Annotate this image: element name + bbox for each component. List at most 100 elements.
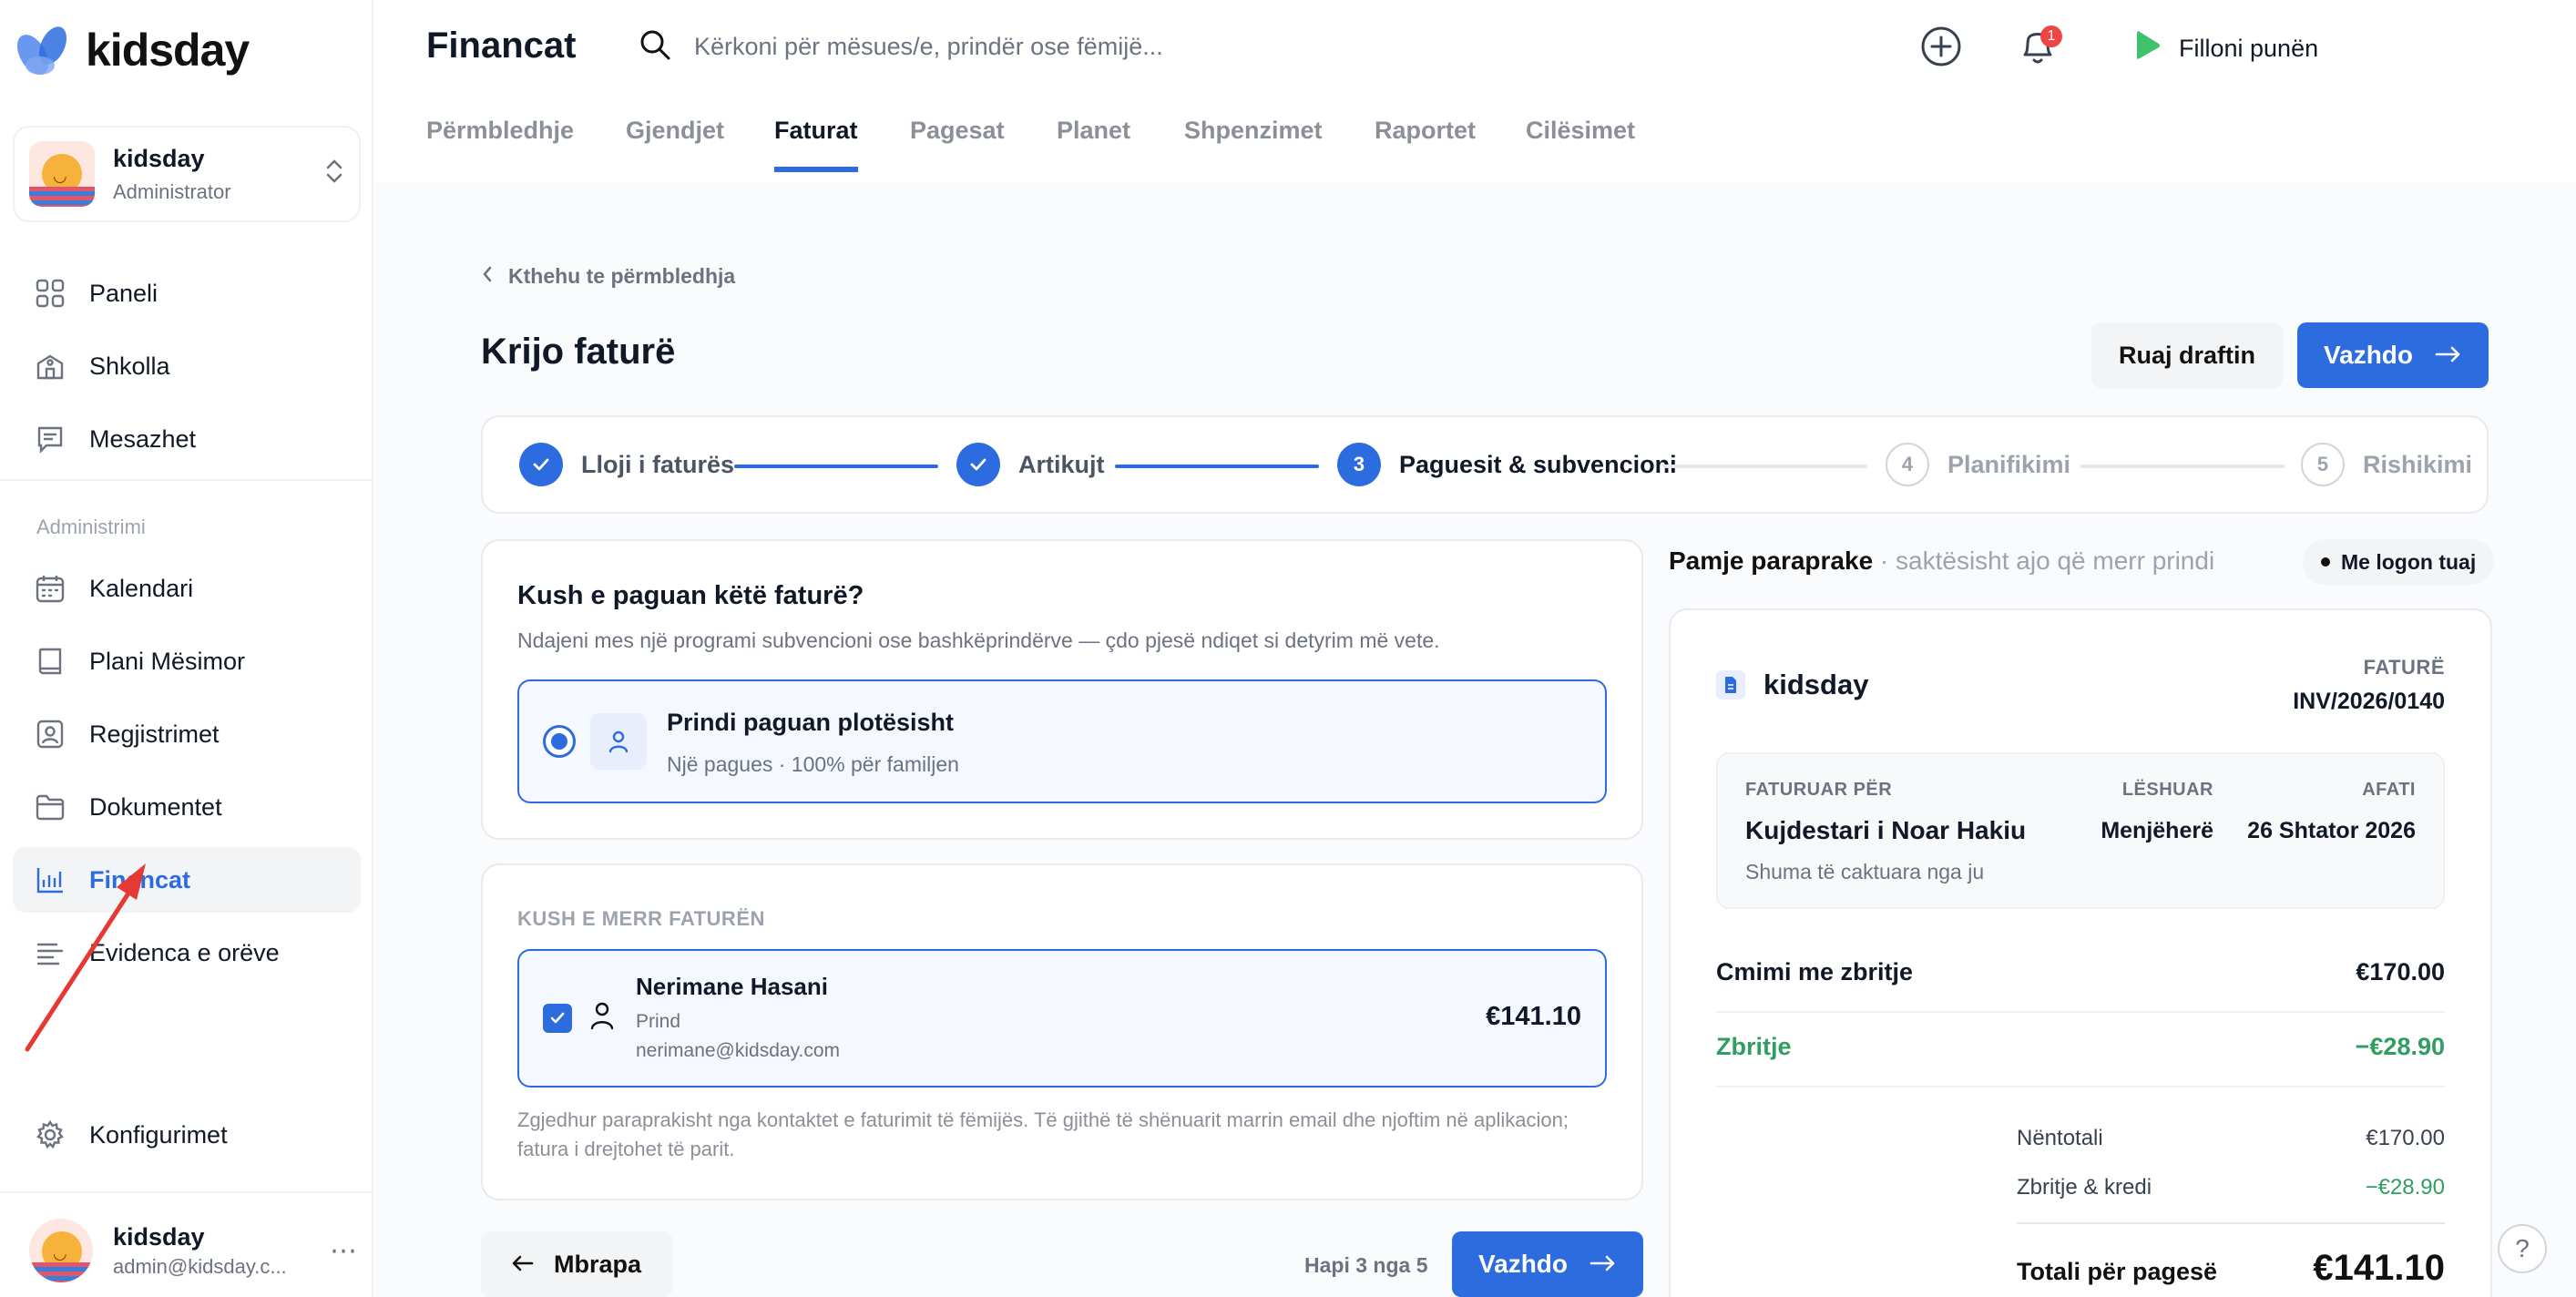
nav-item-regjistrimet[interactable]: Regjistrimet	[13, 701, 361, 767]
notifications-button[interactable]: 1	[2015, 26, 2062, 71]
step-label: Artikujt	[1018, 450, 1105, 478]
recipient-note: Zgjedhur paraprakisht nga kontaktet e fa…	[517, 1108, 1569, 1160]
add-button[interactable]	[1918, 26, 1964, 71]
nav-item-dokumentet[interactable]: Dokumentet	[13, 774, 361, 840]
check-icon	[519, 443, 563, 486]
step-connector	[2080, 465, 2285, 468]
section-label-administrimi: Administrimi	[36, 516, 146, 538]
play-icon	[2133, 27, 2162, 70]
step-label: Paguesit & subvencioni	[1399, 450, 1677, 478]
brand[interactable]: kidsday	[13, 18, 250, 82]
line-divider	[1716, 1011, 2445, 1013]
step-connector	[1663, 465, 1867, 468]
tab-faturat[interactable]: Faturat	[774, 117, 858, 172]
check-icon	[956, 443, 1000, 486]
nav-label: Mesazhet	[89, 424, 197, 453]
step-2[interactable]: Artikujt	[956, 443, 1105, 486]
continue-label: Vazhdo	[2323, 341, 2413, 369]
notification-badge: 1	[2040, 26, 2062, 47]
user-menu[interactable]: ◡ kidsday admin@kidsday.c... ⋯	[29, 1219, 357, 1282]
step-1[interactable]: Lloji i faturës	[519, 443, 734, 486]
tab-planet[interactable]: Planet	[1057, 117, 1130, 167]
arrow-right-icon	[1590, 1250, 1617, 1279]
tab-cilesimet[interactable]: Cilësimet	[1526, 117, 1635, 167]
nav-item-konfigurimet[interactable]: Konfigurimet	[13, 1102, 361, 1168]
step-connector	[1115, 465, 1319, 468]
subtotal-row: Nëntotali €170.00	[2017, 1126, 2445, 1151]
step-3[interactable]: 3 Paguesit & subvencioni	[1337, 443, 1677, 486]
nav-item-mesazhet[interactable]: Mesazhet	[13, 406, 361, 472]
start-work-label: Filloni punën	[2179, 35, 2319, 62]
invoice-stepper: Lloji i faturës Artikujt 3 Paguesit & su…	[481, 415, 2489, 514]
preview-subtitle: · saktësisht ajo që merr prindi	[1879, 546, 2215, 575]
help-button[interactable]: ?	[2498, 1224, 2547, 1273]
sidebar-divider	[0, 1191, 373, 1193]
calendar-icon	[35, 573, 66, 604]
invoice-brand: kidsday	[1763, 669, 1869, 700]
back-button[interactable]: Mbrapa	[481, 1231, 672, 1297]
arrow-left-icon	[512, 1251, 534, 1279]
step-4[interactable]: 4 Planifikimi	[1886, 443, 2070, 486]
recipient-row[interactable]: Nerimane Hasani Prind nerimane@kidsday.c…	[517, 949, 1607, 1088]
billing-details: FATURUAR PËR Kujdestari i Noar Hakiu Shu…	[1716, 752, 2445, 909]
nav-item-shkolla[interactable]: Shkolla	[13, 333, 361, 399]
nav-label: Kalendari	[89, 574, 194, 602]
top-bar: Financat Filloni punën 1	[375, 0, 2576, 98]
org-avatar: ◡	[29, 141, 95, 207]
line-label: Cmimi me zbritje	[1716, 958, 1914, 986]
radio-selected[interactable]	[543, 725, 576, 758]
user-email: admin@kidsday.c...	[113, 1254, 287, 1278]
tab-permbledhje[interactable]: Përmbledhje	[426, 117, 574, 167]
nav-item-kalendari[interactable]: Kalendari	[13, 556, 361, 621]
step-5[interactable]: 5 Rishikimi	[2301, 443, 2472, 486]
page-title: Financat	[426, 26, 577, 66]
search-bar[interactable]	[638, 27, 1332, 66]
invoice-number: INV/2026/0140	[2293, 689, 2445, 714]
step-counter: Hapi 3 nga 5	[1304, 1253, 1428, 1277]
more-icon[interactable]: ⋯	[330, 1235, 357, 1267]
nav-label: Paneli	[89, 279, 158, 307]
tab-shpenzimet[interactable]: Shpenzimet	[1184, 117, 1323, 167]
question-icon: ?	[2515, 1234, 2530, 1262]
preview-title: Pamje paraprake	[1669, 546, 1874, 575]
nav-label: Regjistrimet	[89, 720, 220, 748]
logo-toggle-pill[interactable]: Me logon tuaj	[2303, 539, 2495, 585]
line-amount: −€28.90	[2355, 1033, 2445, 1060]
checkbox-checked[interactable]	[543, 1004, 572, 1033]
payer-description: Ndajeni mes një programi subvencioni ose…	[517, 628, 1440, 652]
back-to-overview-link[interactable]: Kthehu te përmbledhja	[481, 264, 735, 289]
payer-option-full[interactable]: Prindi paguan plotësisht Një pagues · 10…	[517, 679, 1607, 803]
preview-heading: Pamje paraprake · saktësisht ajo që merr…	[1669, 546, 2214, 576]
line-label: Zbritje	[1716, 1033, 1792, 1060]
tab-pagesat[interactable]: Pagesat	[910, 117, 1005, 167]
nav-label: Konfigurimet	[89, 1120, 228, 1149]
discounts-row: Zbritje & kredi −€28.90	[2017, 1175, 2445, 1200]
invoice-label: FATURË	[2363, 656, 2445, 679]
start-work-button[interactable]: Filloni punën	[2133, 27, 2318, 70]
recipient-email: nerimane@kidsday.com	[636, 1040, 841, 1061]
red-arrow-annotation	[25, 863, 146, 1052]
step-connector	[734, 465, 938, 468]
step-label: Planifikimi	[1947, 450, 2071, 478]
org-switcher[interactable]: ◡ kidsday Administrator	[13, 126, 361, 222]
nav-item-plani-mesimor[interactable]: Plani Mësimor	[13, 628, 361, 694]
save-draft-button[interactable]: Ruaj draftin	[2091, 322, 2283, 388]
tab-raportet[interactable]: Raportet	[1375, 117, 1476, 167]
continue-button-bottom[interactable]: Vazhdo	[1452, 1231, 1643, 1297]
org-name: kidsday	[113, 144, 205, 172]
nav-label: Plani Mësimor	[89, 647, 246, 675]
nav-label: Dokumentet	[89, 792, 222, 821]
nav-item-paneli[interactable]: Paneli	[13, 260, 361, 326]
recipient-name: Nerimane Hasani	[636, 973, 828, 1000]
tab-gjendjet[interactable]: Gjendjet	[626, 117, 724, 167]
line-amount: €170.00	[2356, 958, 2445, 986]
gear-icon	[35, 1119, 66, 1150]
continue-button-top[interactable]: Vazhdo	[2297, 322, 2489, 388]
issued-label: LËSHUAR	[2121, 780, 2213, 800]
due-label: AFATI	[2362, 780, 2416, 800]
search-input[interactable]	[694, 33, 1332, 61]
brand-name: kidsday	[86, 25, 250, 76]
recipient-section-label: KUSH E MERR FATURËN	[517, 907, 765, 930]
invoice-preview: kidsday FATURË INV/2026/0140 FATURUAR PË…	[1669, 608, 2492, 1297]
id-card-icon	[35, 719, 66, 750]
